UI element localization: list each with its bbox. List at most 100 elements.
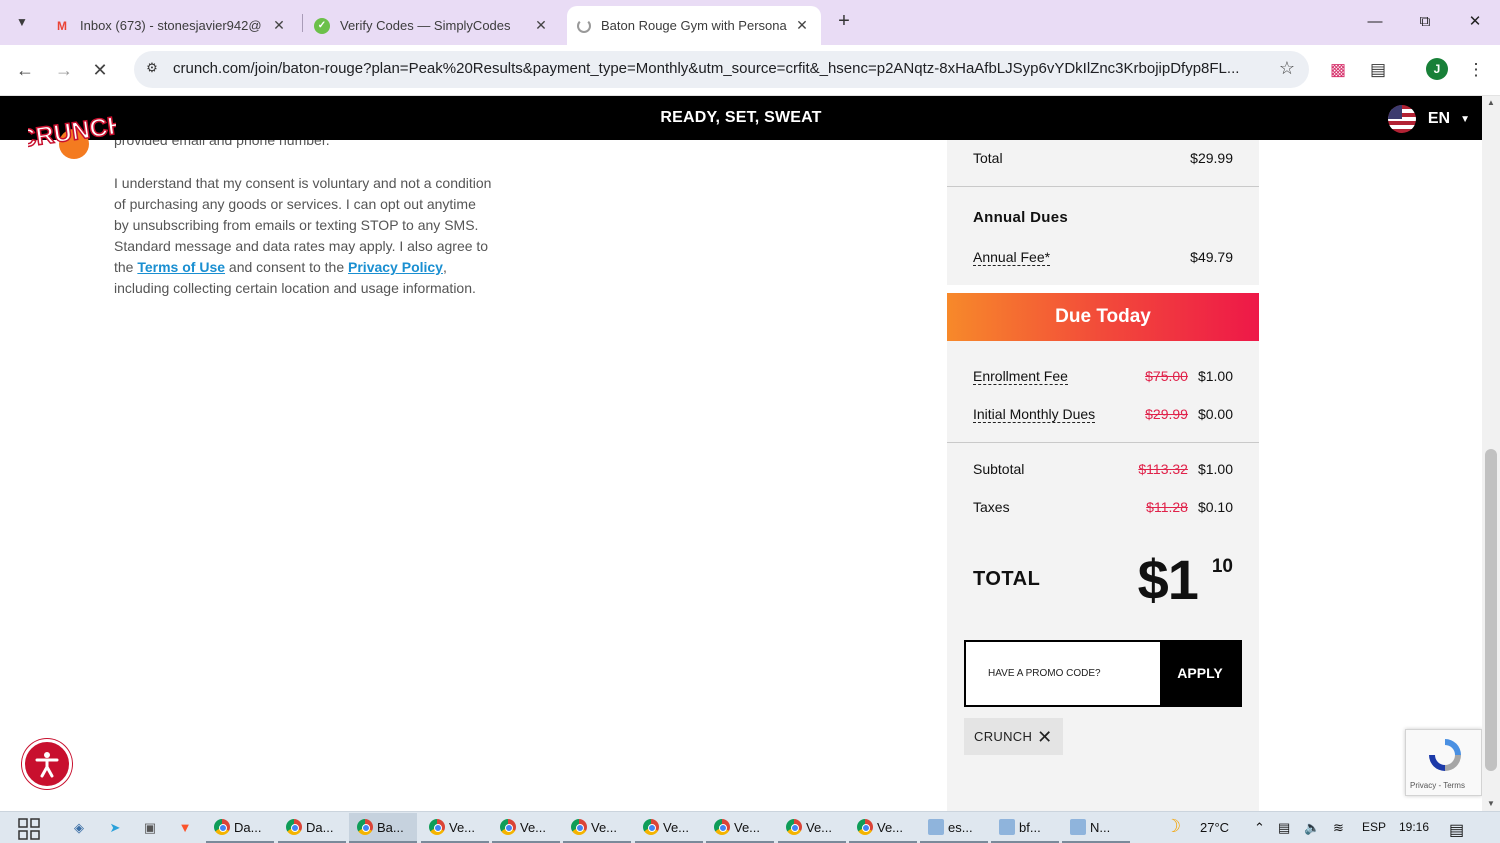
url-text[interactable]: crunch.com/join/baton-rouge?plan=Peak%20… xyxy=(173,60,1263,77)
initial-new-price: $0.00 xyxy=(1197,406,1233,422)
profile-avatar[interactable]: J xyxy=(1426,58,1448,80)
taskbar-app-notepad[interactable]: N... xyxy=(1062,813,1130,843)
extensions-puzzle-icon[interactable]: ▤ xyxy=(1366,58,1390,82)
tab-title: Verify Codes — SimplyCodes xyxy=(340,18,511,33)
bookmark-star-icon[interactable]: ☆ xyxy=(1279,58,1295,79)
privacy-policy-link[interactable]: Privacy Policy xyxy=(348,259,443,275)
taskbar-app-label: Ve... xyxy=(806,819,833,835)
recaptcha-badge[interactable]: Privacy - Terms xyxy=(1405,729,1482,796)
divider xyxy=(947,186,1259,187)
enrollment-new-price: $1.00 xyxy=(1197,368,1233,384)
weather-temperature[interactable]: 27°C xyxy=(1200,820,1229,835)
promo-code-input[interactable] xyxy=(966,642,1160,705)
initial-dues-label[interactable]: Initial Monthly Dues xyxy=(973,406,1096,423)
taskbar-app-chrome[interactable]: Ve... xyxy=(635,813,703,843)
windows-taskbar: ◈ ➤ ▣ ▼ Da... Da... Ba... Ve... Ve... Ve… xyxy=(0,811,1500,843)
taskbar-app-label: bf... xyxy=(1019,819,1041,835)
menu-kebab-icon[interactable]: ⋮ xyxy=(1464,58,1488,82)
taskbar-app-chrome[interactable]: Da... xyxy=(206,813,274,843)
consent-text: I understand that my consent is voluntar… xyxy=(114,173,494,299)
taskbar-app-chrome[interactable]: Ve... xyxy=(849,813,917,843)
close-icon[interactable]: ✕ xyxy=(270,17,288,34)
taskbar-app-chrome[interactable]: Ve... xyxy=(421,813,489,843)
order-summary: Total $29.99 Annual Dues Annual Fee* $49… xyxy=(947,140,1259,811)
scrollbar-thumb[interactable] xyxy=(1485,449,1497,771)
accessibility-button[interactable] xyxy=(22,739,72,789)
tab-gmail[interactable]: M Inbox (673) - stonesjavier942@ ✕ xyxy=(44,6,298,45)
taskbar-app-notepad[interactable]: bf... xyxy=(991,813,1059,843)
close-window-button[interactable]: ✕ xyxy=(1460,8,1490,36)
telegram-icon[interactable]: ➤ xyxy=(105,818,125,838)
minimize-button[interactable]: — xyxy=(1360,8,1390,36)
chrome-icon xyxy=(286,819,302,835)
apply-promo-button[interactable]: APPLY xyxy=(1160,642,1240,705)
grand-total-amount: $1 10 xyxy=(1138,550,1233,610)
weather-moon-icon[interactable]: ☽ xyxy=(1165,816,1181,837)
annual-fee-label[interactable]: Annual Fee* xyxy=(973,249,1051,266)
caret-down-icon: ▼ xyxy=(1460,113,1470,125)
terms-of-use-link[interactable]: Terms of Use xyxy=(137,259,225,275)
close-icon[interactable]: ✕ xyxy=(532,17,550,34)
chrome-icon xyxy=(500,819,516,835)
remove-promo-close-icon[interactable]: ✕ xyxy=(1037,728,1052,746)
language-label: EN xyxy=(1427,110,1451,127)
start-grid-icon[interactable] xyxy=(18,818,40,840)
taskbar-app-label: es... xyxy=(948,819,973,835)
wifi-icon[interactable]: ≋ xyxy=(1333,820,1344,836)
taskbar-app-chrome[interactable]: Ve... xyxy=(706,813,774,843)
taskbar-app-label: N... xyxy=(1090,819,1111,835)
recaptcha-links[interactable]: Privacy - Terms xyxy=(1410,781,1465,790)
chrome-icon xyxy=(714,819,730,835)
enrollment-old-price: $75.00 xyxy=(1145,368,1188,384)
chrome-icon xyxy=(643,819,659,835)
tray-chevron-up-icon[interactable]: ⌃ xyxy=(1254,820,1265,836)
tab-baton-rouge-gym[interactable]: Baton Rouge Gym with Persona ✕ xyxy=(567,6,821,45)
new-tab-button[interactable]: + xyxy=(832,9,856,33)
volume-icon[interactable]: 🔈 xyxy=(1304,820,1320,836)
site-tagline: READY, SET, SWEAT xyxy=(660,109,822,126)
stop-loading-button[interactable]: ✕ xyxy=(87,57,113,83)
app-icon[interactable]: ◈ xyxy=(69,818,89,838)
page-scrollbar[interactable]: ▲ ▼ xyxy=(1482,96,1500,811)
annual-fee-value: $49.79 xyxy=(1190,249,1233,265)
applied-promo-code: CRUNCH xyxy=(974,729,1033,744)
taskbar-app-chrome-active[interactable]: Ba... xyxy=(349,813,417,843)
taskbar-app-chrome[interactable]: Ve... xyxy=(563,813,631,843)
brave-icon[interactable]: ▼ xyxy=(175,818,195,838)
close-icon[interactable]: ✕ xyxy=(793,17,811,34)
loading-icon xyxy=(577,18,591,33)
scroll-up-icon[interactable]: ▲ xyxy=(1482,96,1500,110)
tab-search-button[interactable]: ▼ xyxy=(8,8,36,36)
taskbar-app-chrome[interactable]: Ve... xyxy=(492,813,560,843)
gmail-icon: M xyxy=(57,18,67,33)
enrollment-fee-row: Enrollment Fee $75.00 $1.00 xyxy=(973,368,1233,385)
address-bar[interactable]: ⚙ crunch.com/join/baton-rouge?plan=Peak%… xyxy=(134,51,1309,88)
site-info-icon[interactable]: ⚙ xyxy=(142,60,162,80)
extension-icon[interactable]: ▩ xyxy=(1326,58,1350,82)
tab-simplycodes[interactable]: ✓ Verify Codes — SimplyCodes ✕ xyxy=(304,6,560,45)
page-viewport: provided email and phone number. CRUNCH … xyxy=(0,96,1482,811)
taskbar-app-notepad[interactable]: es... xyxy=(920,813,988,843)
taskbar-app-chrome[interactable]: Da... xyxy=(278,813,346,843)
clock-time[interactable]: 19:16 xyxy=(1399,820,1429,834)
browser-tab-strip: ▼ M Inbox (673) - stonesjavier942@ ✕ ✓ V… xyxy=(0,0,1500,45)
language-selector[interactable]: EN ▼ xyxy=(1387,105,1470,133)
forward-button[interactable]: → xyxy=(51,57,77,83)
taskbar-app-label: Ve... xyxy=(520,819,547,835)
subtotal-new-price: $1.00 xyxy=(1197,461,1233,477)
taskbar-app-label: Ve... xyxy=(734,819,761,835)
us-flag-icon xyxy=(1387,105,1416,133)
input-language[interactable]: ESP xyxy=(1362,820,1386,834)
initial-dues-row: Initial Monthly Dues $29.99 $0.00 xyxy=(973,406,1233,423)
restore-button[interactable]: ⧉ xyxy=(1410,8,1440,36)
grand-total-cents: 10 xyxy=(1211,556,1233,577)
taskbar-app-chrome[interactable]: Ve... xyxy=(778,813,846,843)
computer-icon[interactable]: ▣ xyxy=(140,818,160,838)
scroll-down-icon[interactable]: ▼ xyxy=(1482,797,1500,811)
enrollment-fee-label[interactable]: Enrollment Fee xyxy=(973,368,1068,385)
back-button[interactable]: ← xyxy=(12,57,38,83)
notifications-icon[interactable]: ▤ xyxy=(1449,820,1464,840)
network-icon[interactable]: ▤ xyxy=(1278,820,1290,836)
taskbar-app-label: Ve... xyxy=(591,819,618,835)
initial-old-price: $29.99 xyxy=(1145,406,1188,422)
